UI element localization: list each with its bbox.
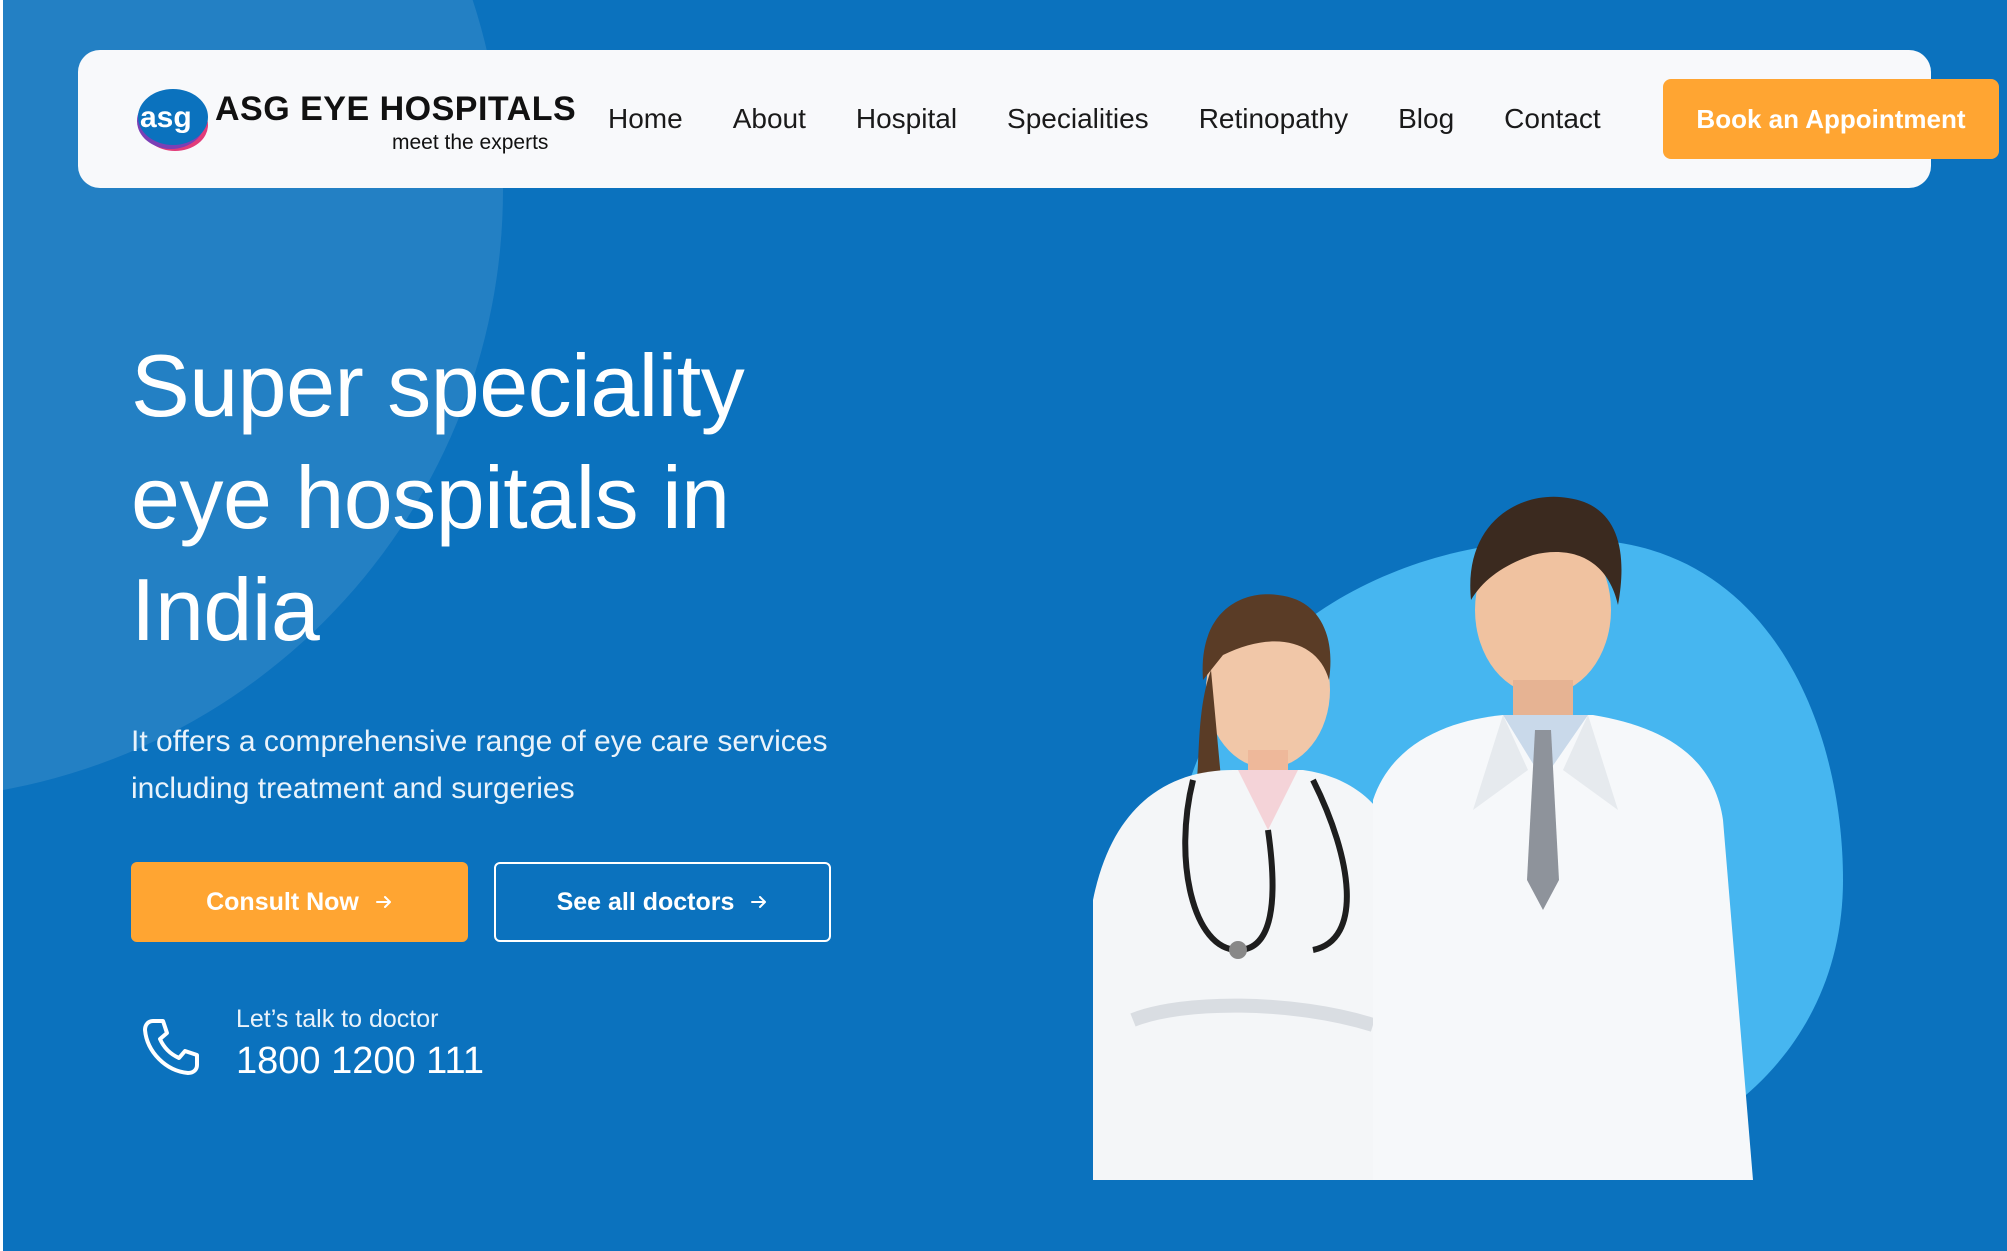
see-all-doctors-label: See all doctors (556, 887, 735, 916)
navbar: asg ASG EYE HOSPITALS meet the experts H… (78, 50, 1931, 188)
brand-name: ASG EYE HOSPITALS (215, 90, 577, 128)
logo-mark-text: asg (140, 101, 192, 134)
book-appointment-button[interactable]: Book an Appointment (1663, 79, 1999, 159)
consult-now-button[interactable]: Consult Now (131, 862, 468, 942)
headline-line: Super speciality (131, 336, 745, 435)
description-line: It offers a comprehensive range of eye c… (131, 725, 828, 758)
doctors-illustration (1093, 496, 1843, 1180)
asg-logo-icon: asg (137, 89, 208, 151)
hero-headline: Super speciality eye hospitals in India (131, 330, 931, 666)
nav-item-blog[interactable]: Blog (1398, 103, 1454, 135)
see-all-doctors-button[interactable]: See all doctors (494, 862, 831, 942)
brand-tagline: meet the experts (392, 131, 549, 154)
phone-label: Let’s talk to doctor (236, 1005, 439, 1033)
hero-description: It offers a comprehensive range of eye c… (131, 718, 931, 812)
consult-now-label: Consult Now (206, 887, 359, 916)
description-line: including treatment and surgeries (131, 772, 575, 805)
brand-logo[interactable]: asg ASG EYE HOSPITALS meet the experts (135, 80, 576, 160)
nav-menu: Home About Hospital Specialities Retinop… (608, 50, 1651, 188)
headline-line: India (131, 560, 320, 659)
hero-section: asg ASG EYE HOSPITALS meet the experts H… (3, 0, 2007, 1251)
nav-item-about[interactable]: About (733, 103, 806, 135)
nav-item-hospital[interactable]: Hospital (856, 103, 957, 135)
nav-item-contact[interactable]: Contact (1504, 103, 1601, 135)
arrow-right-icon (751, 896, 767, 908)
phone-icon[interactable] (139, 1015, 203, 1079)
phone-number[interactable]: 1800 1200 111 (236, 1040, 484, 1083)
nav-item-retinopathy[interactable]: Retinopathy (1199, 103, 1348, 135)
headline-line: eye hospitals in (131, 448, 730, 547)
nav-item-specialities[interactable]: Specialities (1007, 103, 1149, 135)
nav-item-home[interactable]: Home (608, 103, 683, 135)
arrow-right-icon (375, 896, 391, 908)
